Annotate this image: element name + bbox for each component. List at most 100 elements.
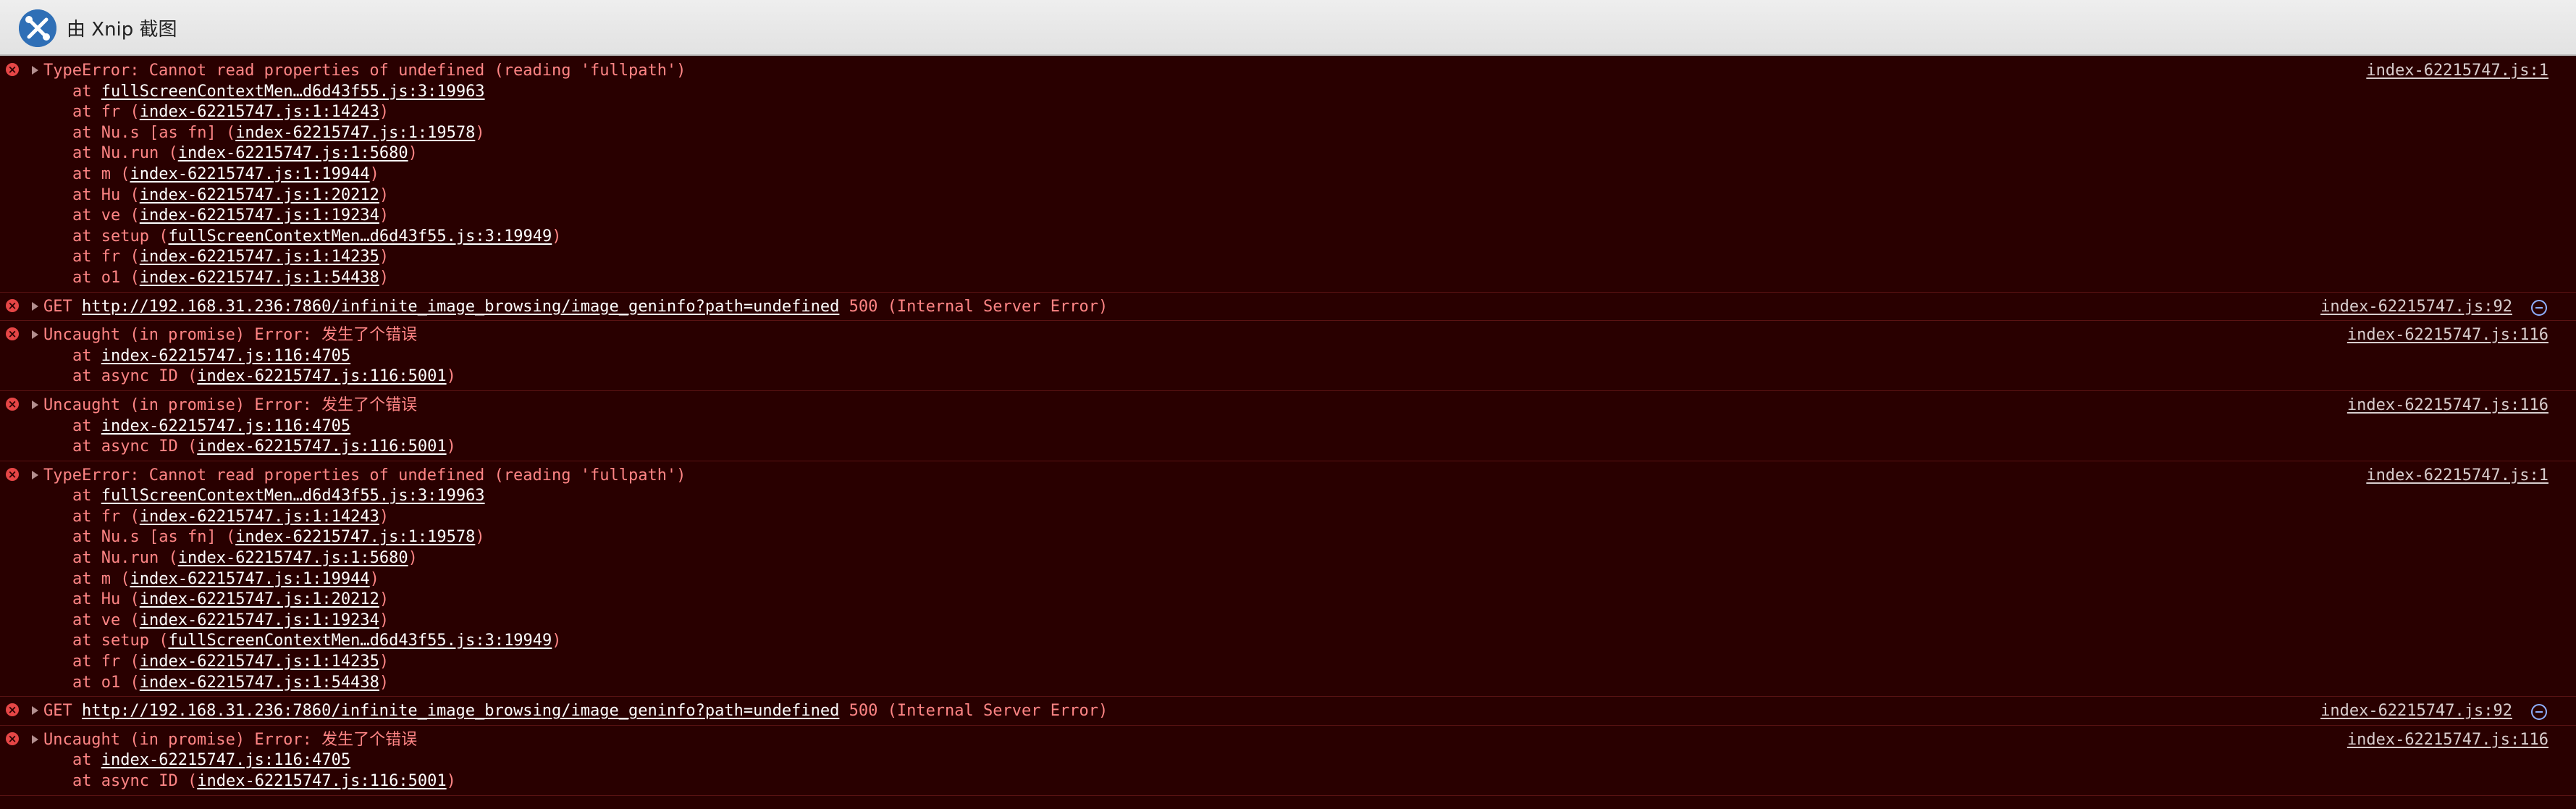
frame-location-link[interactable]: index-62215747.js:116:5001	[197, 367, 446, 385]
stack-frame: at o1 (index-62215747.js:1:54438)	[0, 268, 2576, 289]
error-headline: GET http://192.168.31.236:7860/infinite_…	[0, 701, 2576, 722]
frame-paren-close: )	[379, 268, 390, 287]
frame-paren-close: )	[379, 185, 390, 204]
frame-paren-close: )	[369, 569, 379, 588]
frame-prefix: at	[72, 227, 101, 246]
frame-paren-open: (	[168, 144, 178, 163]
expand-triangle-icon[interactable]	[32, 470, 38, 479]
frame-prefix: at	[72, 144, 101, 163]
frame-location-link[interactable]: index-62215747.js:1:54438	[140, 674, 379, 692]
source-link[interactable]: index-62215747.js:116	[2347, 325, 2548, 346]
frame-paren-close: )	[379, 103, 390, 122]
source-link[interactable]: index-62215747.js:1	[2366, 61, 2548, 82]
frame-location-link[interactable]: index-62215747.js:116:5001	[197, 772, 446, 790]
frame-location-link[interactable]: index-62215747.js:116:4705	[101, 751, 350, 769]
frame-location-link[interactable]: fullScreenContextMen…d6d43f55.js:3:19963	[101, 487, 485, 505]
frame-prefix: at	[72, 437, 101, 456]
frame-paren-close: )	[446, 772, 456, 790]
frame-location-link[interactable]: index-62215747.js:1:19578	[235, 528, 475, 546]
expand-triangle-icon[interactable]	[32, 66, 38, 75]
frame-location-link[interactable]: index-62215747.js:1:19234	[140, 611, 379, 629]
frame-location-link[interactable]: index-62215747.js:116:4705	[101, 417, 350, 435]
source-link[interactable]: index-62215747.js:116	[2347, 395, 2548, 416]
error-text: Uncaught (in promise) Error: 发生了个错误	[43, 730, 418, 749]
frame-location-link[interactable]: index-62215747.js:1:14243	[140, 103, 379, 121]
error-headline: GET http://192.168.31.236:7860/infinite_…	[0, 297, 2576, 318]
expand-triangle-icon[interactable]	[32, 734, 38, 744]
error-message[interactable]: × Uncaught (in promise) Error: 发生了个错误 inde…	[0, 321, 2576, 391]
frame-paren-open: (	[130, 185, 140, 204]
frame-location-link[interactable]: fullScreenContextMen…d6d43f55.js:3:19963	[101, 83, 485, 101]
frame-prefix: at	[72, 751, 101, 770]
error-message[interactable]: × Uncaught (in promise) Error: 发生了个错误 inde…	[0, 726, 2576, 796]
frame-location-link[interactable]: index-62215747.js:1:5680	[178, 144, 408, 162]
frame-function: Nu.s [as fn]	[101, 123, 226, 142]
network-error-message[interactable]: × GET http://192.168.31.236:7860/infinite…	[0, 697, 2576, 726]
frame-function: ve	[101, 611, 130, 629]
frame-paren-open: (	[130, 611, 140, 629]
error-icon: ×	[6, 467, 19, 481]
frame-function: setup	[101, 632, 159, 650]
error-headline: TypeError: Cannot read properties of und…	[0, 61, 2576, 82]
frame-paren-open: (	[187, 772, 198, 790]
frame-paren-open: (	[225, 528, 236, 547]
expand-triangle-icon[interactable]	[32, 330, 38, 340]
frame-function: fr	[101, 103, 130, 122]
frame-paren-close: )	[446, 437, 456, 456]
expand-triangle-icon[interactable]	[32, 706, 38, 716]
request-url-link[interactable]: http://192.168.31.236:7860/infinite_imag…	[82, 298, 839, 316]
stack-frame: at fullScreenContextMen…d6d43f55.js:3:19…	[0, 82, 2576, 103]
frame-location-link[interactable]: index-62215747.js:1:19578	[235, 124, 475, 142]
console-messages[interactable]: × TypeError: Cannot read properties of un…	[0, 56, 2576, 809]
source-link[interactable]: index-62215747.js:116	[2347, 730, 2548, 751]
frame-paren-close: )	[379, 248, 390, 267]
frame-prefix: at	[72, 268, 101, 287]
frame-location-link[interactable]: index-62215747.js:1:14243	[140, 508, 379, 526]
error-icon: ×	[6, 732, 19, 745]
frame-location-link[interactable]: index-62215747.js:1:5680	[178, 549, 408, 567]
frame-paren-open: (	[130, 103, 140, 122]
frame-location-link[interactable]: index-62215747.js:1:14235	[140, 248, 379, 266]
frame-function: m	[101, 164, 121, 183]
source-link[interactable]: index-62215747.js:1	[2366, 466, 2548, 487]
frame-location-link[interactable]: index-62215747.js:1:20212	[140, 590, 379, 608]
frame-function: async ID	[101, 437, 188, 456]
frame-prefix: at	[72, 632, 101, 650]
expand-triangle-icon[interactable]	[32, 400, 38, 409]
frame-function: async ID	[101, 367, 188, 386]
stack-frame: at Nu.run (index-62215747.js:1:5680)	[0, 143, 2576, 164]
source-link[interactable]: index-62215747.js:92	[2320, 701, 2512, 722]
frame-location-link[interactable]: index-62215747.js:1:20212	[140, 186, 379, 204]
frame-location-link[interactable]: fullScreenContextMen…d6d43f55.js:3:19949	[168, 227, 552, 246]
stack-frame: at index-62215747.js:116:4705	[0, 416, 2576, 437]
frame-location-link[interactable]: index-62215747.js:1:54438	[140, 269, 379, 287]
expand-triangle-icon[interactable]	[32, 301, 38, 311]
frame-location-link[interactable]: index-62215747.js:1:19944	[130, 165, 370, 183]
frame-prefix: at	[72, 487, 101, 506]
source-link[interactable]: index-62215747.js:92	[2320, 297, 2512, 318]
error-headline: Uncaught (in promise) Error: 发生了个错误	[0, 325, 2576, 346]
frame-location-link[interactable]: index-62215747.js:116:4705	[101, 347, 350, 365]
error-message[interactable]: × Uncaught (in promise) Error: 发生了个错误 inde…	[0, 391, 2576, 461]
network-request-icon[interactable]	[2531, 299, 2547, 316]
frame-location-link[interactable]: index-62215747.js:116:5001	[197, 437, 446, 456]
frame-function: o1	[101, 268, 130, 287]
error-message[interactable]: × TypeError: Cannot read properties of un…	[0, 56, 2576, 293]
network-error-message[interactable]: × GET http://192.168.31.236:7860/infinite…	[0, 293, 2576, 322]
frame-location-link[interactable]: index-62215747.js:1:14235	[140, 653, 379, 671]
frame-function: Nu.run	[101, 549, 169, 568]
frame-paren-open: (	[130, 590, 140, 609]
request-url-link[interactable]: http://192.168.31.236:7860/infinite_imag…	[82, 702, 839, 720]
error-icon: ×	[6, 298, 19, 312]
frame-function: async ID	[101, 772, 188, 790]
frame-location-link[interactable]: fullScreenContextMen…d6d43f55.js:3:19949	[168, 632, 552, 650]
xnip-logo-icon	[19, 9, 56, 47]
stack-frame: at index-62215747.js:116:4705	[0, 346, 2576, 367]
stack-frame: at async ID (index-62215747.js:116:5001)	[0, 366, 2576, 387]
frame-location-link[interactable]: index-62215747.js:1:19234	[140, 206, 379, 225]
stack-frame: at setup (fullScreenContextMen…d6d43f55.…	[0, 631, 2576, 652]
frame-location-link[interactable]: index-62215747.js:1:19944	[130, 570, 370, 588]
frame-prefix: at	[72, 416, 101, 435]
error-message[interactable]: × TypeError: Cannot read properties of un…	[0, 461, 2576, 697]
frame-prefix: at	[72, 185, 101, 204]
